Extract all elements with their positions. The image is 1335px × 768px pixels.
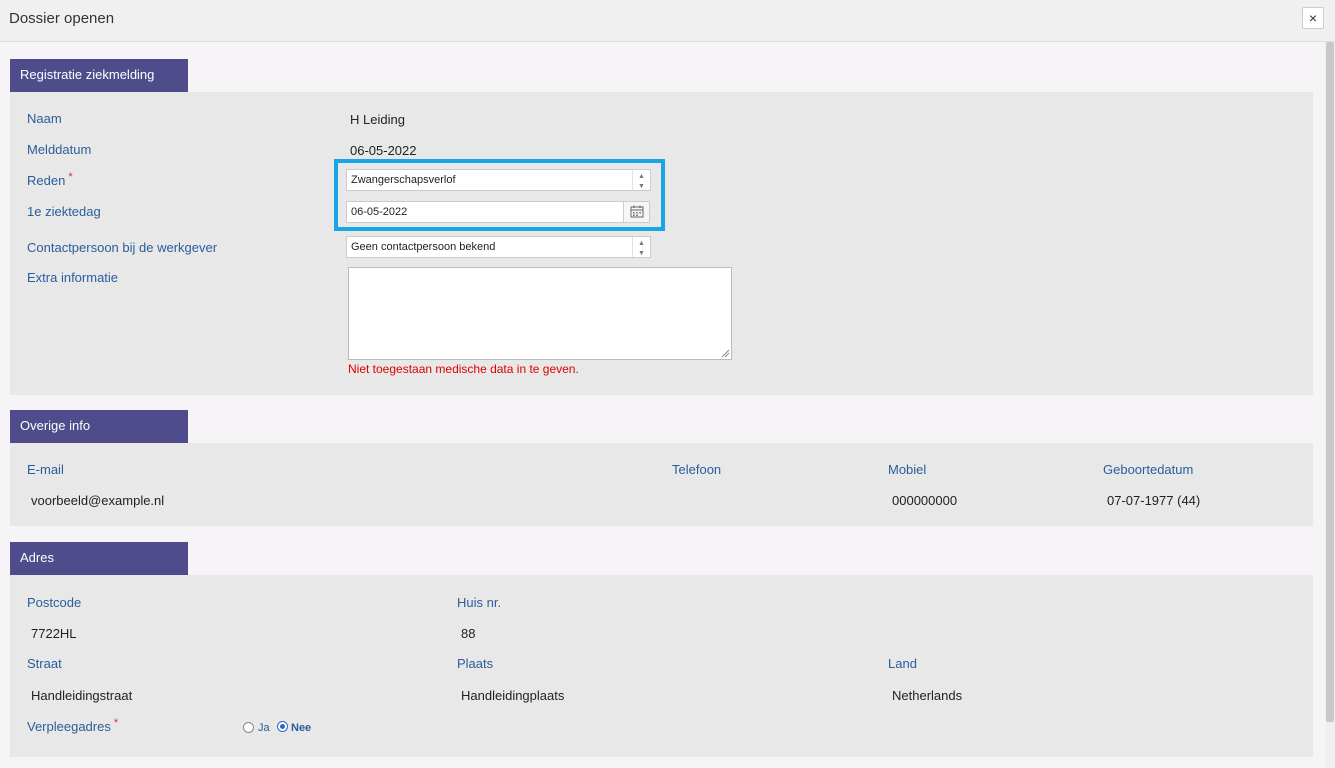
huisnr-label: Huis nr. xyxy=(457,595,502,610)
melddatum-label: Melddatum xyxy=(27,142,92,157)
section-body-overige-info xyxy=(10,443,1313,526)
mobiel-label: Mobiel xyxy=(888,462,927,477)
required-marker: * xyxy=(68,171,73,183)
section-header-registratie: Registratie ziekmelding xyxy=(10,59,188,92)
straat-label: Straat xyxy=(27,656,62,671)
required-marker: * xyxy=(113,717,119,729)
reden-label: Reden * xyxy=(27,171,73,188)
close-button[interactable]: × xyxy=(1302,7,1324,29)
resize-grip-icon[interactable] xyxy=(721,349,730,358)
verpleegadres-label-text: Verpleegadres xyxy=(27,719,111,734)
telefoon-label: Telefoon xyxy=(672,462,722,477)
ziektedag-label: 1e ziektedag xyxy=(27,204,101,219)
dialog-titlebar: Dossier openen × xyxy=(0,0,1335,42)
postcode-value: 7722HL xyxy=(31,626,77,641)
section-body-adres xyxy=(10,575,1313,757)
contactpersoon-select[interactable]: Geen contactpersoon bekend ▲ ▼ xyxy=(346,236,651,258)
huisnr-value: 88 xyxy=(461,626,476,641)
mobiel-value: 000000000 xyxy=(892,493,958,508)
contactpersoon-select-value: Geen contactpersoon bekend xyxy=(351,241,496,253)
dialog-title: Dossier openen xyxy=(9,10,115,27)
naam-label: Naam xyxy=(27,111,62,126)
straat-value: Handleidingstraat xyxy=(31,688,133,703)
verpleegadres-label: Verpleegadres * xyxy=(27,717,119,734)
section-header-overige-info: Overige info xyxy=(10,410,188,443)
medical-data-warning: Niet toegestaan medische data in te geve… xyxy=(348,362,579,376)
verpleegadres-radio-nee-label[interactable]: Nee xyxy=(291,722,311,734)
land-label: Land xyxy=(888,656,917,671)
plaats-value: Handleidingplaats xyxy=(461,688,565,703)
verpleegadres-radio-nee[interactable] xyxy=(277,721,288,732)
plaats-label: Plaats xyxy=(457,656,494,671)
reden-label-text: Reden xyxy=(27,173,66,188)
naam-value: H Leiding xyxy=(350,112,405,127)
extra-informatie-textarea[interactable] xyxy=(348,267,732,360)
email-label: E-mail xyxy=(27,462,64,477)
extra-informatie-label: Extra informatie xyxy=(27,270,119,285)
email-value: voorbeeld@example.nl xyxy=(31,493,165,508)
postcode-label: Postcode xyxy=(27,595,82,610)
verpleegadres-radio-ja-label[interactable]: Ja xyxy=(258,722,270,734)
geboortedatum-label: Geboortedatum xyxy=(1103,462,1194,477)
highlight-box xyxy=(334,159,665,231)
select-arrows-icon: ▲ ▼ xyxy=(632,237,650,257)
section-header-adres: Adres xyxy=(10,542,188,575)
verpleegadres-radio-ja[interactable] xyxy=(243,722,254,733)
geboortedatum-value: 07-07-1977 (44) xyxy=(1107,493,1201,508)
contactpersoon-label: Contactpersoon bij de werkgever xyxy=(27,240,218,255)
scrollbar-thumb[interactable] xyxy=(1326,42,1334,722)
land-value: Netherlands xyxy=(892,688,963,703)
melddatum-value: 06-05-2022 xyxy=(350,143,417,158)
